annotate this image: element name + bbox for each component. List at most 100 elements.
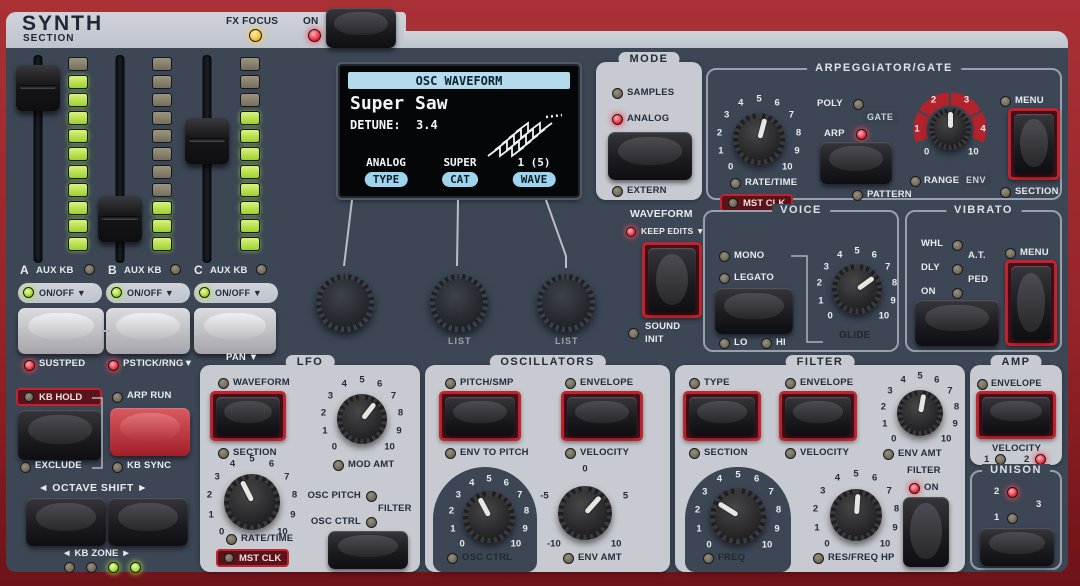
mode-analog-led <box>612 114 623 125</box>
lcd-soft1: ANALOG TYPE <box>350 156 422 172</box>
filter-section-led <box>689 448 700 459</box>
encoder-1[interactable] <box>316 274 374 332</box>
osc-env-to-pitch-label: ENV TO PITCH <box>460 447 529 458</box>
vibrato-at-label: A.T. <box>968 250 986 261</box>
lcd-param-value: 3.4 <box>416 118 438 132</box>
synth-panel: SYNTH SECTION FX FOCUS ON A AUX KB B AUX… <box>0 0 1080 586</box>
arp-section-led <box>1000 187 1011 198</box>
aux-c-led <box>256 264 267 275</box>
arp-run-label: ARP RUN <box>127 390 172 401</box>
aux-c-button[interactable] <box>194 308 276 354</box>
amp-envelope-button[interactable] <box>982 397 1050 433</box>
fader-c[interactable] <box>185 55 229 267</box>
lfo-osc-pitch-label: OSC PITCH <box>303 490 361 501</box>
filter-env-amt-knob[interactable]: 012345678910 <box>870 367 970 459</box>
fader-c-cap[interactable] <box>185 118 229 164</box>
arp-rate-knob[interactable]: 012345678910 <box>707 89 811 189</box>
arp-rate-led <box>730 178 741 189</box>
unison-2-label: 2 <box>994 486 999 497</box>
filter-velocity-led <box>785 448 796 459</box>
arp-pattern-label: PATTERN <box>867 189 912 200</box>
arp-arp-led <box>856 129 867 140</box>
filter-type-led <box>689 378 700 389</box>
voice-hi-led <box>761 338 772 349</box>
lfo-waveform-button[interactable] <box>216 397 280 435</box>
encoder-2[interactable] <box>430 274 488 332</box>
kb-zone-led-3 <box>108 562 119 573</box>
arp-section-label: SECTION <box>1015 186 1059 197</box>
vibrato-menu-led <box>1005 248 1016 259</box>
sustped-label: SUSTPED <box>39 358 85 369</box>
fader-a-cap[interactable] <box>16 65 60 111</box>
filter-type-button[interactable] <box>689 397 755 435</box>
lfo-rate-led <box>226 534 237 545</box>
filter-velocity-label: VELOCITY <box>800 447 849 458</box>
arp-pattern-led <box>852 190 863 201</box>
arp-button[interactable] <box>820 142 892 184</box>
octave-down-button[interactable] <box>26 498 106 546</box>
arp-poly-label: POLY <box>817 98 843 109</box>
encoder-3[interactable] <box>537 274 595 332</box>
mode-button[interactable] <box>608 132 692 180</box>
voice-title: VOICE <box>772 204 830 216</box>
aux-c-onoff[interactable]: ON/OFF ▼ <box>194 283 278 303</box>
mode-extern-label: EXTERN <box>627 185 667 196</box>
lfo-mod-amt-led <box>333 460 344 471</box>
glide-knob[interactable]: 012345678910 <box>805 240 909 338</box>
lcd-soft2-value: SUPER <box>428 156 492 169</box>
arp-menu-led <box>1000 96 1011 107</box>
fader-b-cap[interactable] <box>98 196 142 242</box>
res-knob[interactable]: 012345678910 <box>800 465 912 565</box>
vibrato-menu-frame <box>1005 260 1057 346</box>
kb-zone-led-1 <box>64 562 75 573</box>
kb-hold-label: KB HOLD <box>39 392 82 403</box>
osc-env-amt-knob[interactable]: -10-50510 <box>523 465 647 561</box>
aux-a-onoff-label: ON/OFF ▼ <box>39 288 86 298</box>
aux-a-button[interactable] <box>18 308 104 354</box>
lcd-soft2-key: CAT <box>442 172 478 187</box>
vibrato-panel: VIBRATO WHL A.T. DLY PED ON MENU <box>905 210 1062 352</box>
osc-velocity-led <box>565 448 576 459</box>
osc-pitch-smp-label: PITCH/SMP <box>460 377 514 388</box>
osc-envelope-frame <box>561 391 643 441</box>
arp-run-button[interactable] <box>110 408 190 456</box>
osc-pitch-button[interactable] <box>445 397 515 435</box>
filter-env-amt-led <box>883 449 894 460</box>
octave-up-button[interactable] <box>108 498 188 546</box>
osc-envelope-label: ENVELOPE <box>580 377 633 388</box>
amp-velocity-label: VELOCITY <box>992 443 1041 454</box>
unison-panel: UNISON 2 3 1 <box>970 470 1062 570</box>
arp-mst-clk-led <box>728 198 738 208</box>
waveform-button[interactable] <box>648 248 696 312</box>
voice-button[interactable] <box>715 288 793 334</box>
lcd-soft3: 1 (5) WAVE <box>500 156 568 172</box>
sound-init-label-2: INIT <box>645 334 664 345</box>
vibrato-button[interactable] <box>915 300 999 346</box>
aux-b-button[interactable] <box>106 308 190 354</box>
synth-on-button[interactable] <box>326 8 396 48</box>
kb-sync-label: KB SYNC <box>127 460 171 471</box>
kb-sync-led <box>112 462 123 473</box>
filter-envelope-button[interactable] <box>785 397 851 435</box>
arp-section-button[interactable] <box>1014 114 1054 174</box>
vibrato-menu-button[interactable] <box>1011 266 1051 340</box>
aux-b-label: AUX KB <box>124 265 162 276</box>
fader-a[interactable] <box>16 55 60 267</box>
fader-b[interactable] <box>98 55 142 267</box>
unison-button[interactable] <box>980 528 1054 566</box>
aux-b-onoff[interactable]: ON/OFF ▼ <box>106 283 190 303</box>
arp-range-knob[interactable]: 0123410 <box>904 84 996 174</box>
lfo-filter-label: FILTER <box>378 503 412 514</box>
aux-a-onoff[interactable]: ON/OFF ▼ <box>18 283 102 303</box>
voice-legato-led <box>719 273 730 284</box>
lfo-mod-amt-knob[interactable]: 012345678910 <box>310 371 414 467</box>
aux-a-label: AUX KB <box>36 265 74 276</box>
lcd-patch-name: Super Saw <box>350 93 448 114</box>
osc-velocity-label: VELOCITY <box>580 447 629 458</box>
lfo-dest-button[interactable] <box>328 531 408 569</box>
lfo-title: LFO <box>286 355 335 369</box>
kb-hold-button[interactable] <box>18 410 102 460</box>
osc-envelope-button[interactable] <box>567 397 637 435</box>
voice-hi-label: HI <box>776 337 786 348</box>
exclude-led <box>20 462 31 473</box>
